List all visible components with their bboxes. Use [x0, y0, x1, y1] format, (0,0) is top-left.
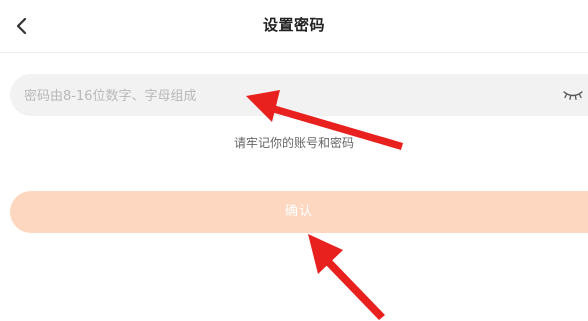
arrow-to-confirm-button — [308, 234, 385, 320]
password-field[interactable] — [10, 74, 588, 118]
password-visibility-toggle[interactable] — [562, 85, 584, 105]
top-bar: 设置密码 — [0, 0, 588, 53]
confirm-button[interactable]: 确认 — [10, 191, 588, 233]
hint-text: 请牢记你的账号和密码 — [233, 136, 354, 150]
page-title: 设置密码 — [262, 16, 325, 34]
eye-closed-icon — [563, 91, 583, 100]
set-password-page: 设置密码 请牢记你的账号和密码 确认 — [0, 0, 588, 321]
password-input[interactable] — [22, 74, 546, 118]
